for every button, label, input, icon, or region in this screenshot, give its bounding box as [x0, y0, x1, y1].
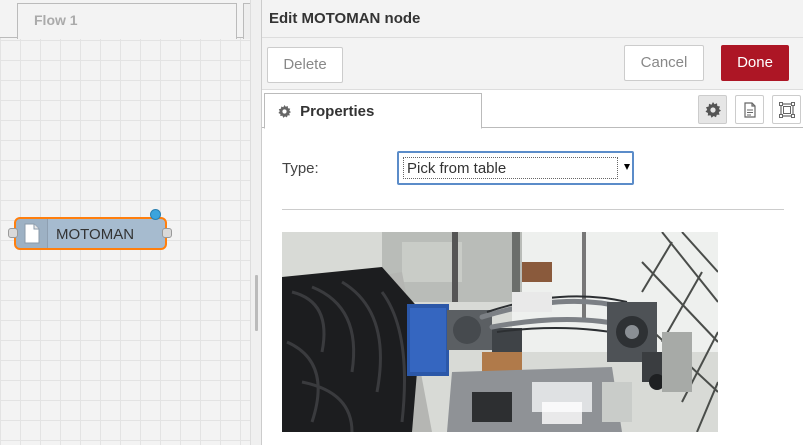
- file-icon: [24, 223, 40, 244]
- node-label: MOTOMAN: [56, 226, 135, 243]
- resize-handle[interactable]: [255, 275, 258, 331]
- panel-resize-divider[interactable]: [250, 0, 262, 445]
- tray-toolbar: Delete Cancel Done: [262, 38, 803, 90]
- node-output-port[interactable]: [162, 228, 172, 238]
- done-button[interactable]: Done: [721, 45, 789, 81]
- cancel-button[interactable]: Cancel: [624, 45, 704, 81]
- robot-arm-illustration: [282, 232, 718, 432]
- type-select-value: Pick from table: [403, 157, 618, 179]
- tab-flow-1[interactable]: Flow 1: [17, 3, 237, 39]
- tray-header: Edit MOTOMAN node: [262, 0, 803, 38]
- node-description-button[interactable]: [735, 95, 764, 124]
- tray-title: Edit MOTOMAN node: [269, 10, 421, 27]
- motoman-node[interactable]: MOTOMAN: [14, 217, 167, 250]
- tab-properties[interactable]: Properties: [264, 93, 482, 129]
- edit-tray: Edit MOTOMAN node Delete Cancel Done Pro…: [262, 0, 803, 445]
- type-label: Type:: [282, 160, 319, 177]
- robot-arm-photo: [282, 232, 718, 432]
- type-select[interactable]: Pick from table: [397, 151, 634, 185]
- dropdown-arrow-icon: [624, 164, 630, 170]
- node-appearance-button[interactable]: [772, 95, 801, 124]
- form-divider: [282, 209, 784, 210]
- workspace-canvas[interactable]: Flow 1 MOTOMAN: [0, 0, 262, 445]
- gear-icon: [278, 105, 291, 118]
- tray-tabs: Properties: [262, 91, 803, 129]
- node-settings-button[interactable]: [698, 95, 727, 124]
- document-icon: [744, 102, 756, 118]
- tab-properties-label: Properties: [300, 103, 375, 120]
- node-input-port[interactable]: [8, 228, 18, 238]
- node-changed-indicator: [150, 209, 161, 220]
- properties-form: Type: Pick from table: [262, 129, 803, 445]
- frame-icon: [779, 102, 795, 118]
- node-icon-area: [16, 219, 48, 248]
- workspace-tab-bar: Flow 1: [0, 0, 262, 39]
- delete-button[interactable]: Delete: [267, 47, 343, 83]
- gear-icon: [705, 102, 721, 118]
